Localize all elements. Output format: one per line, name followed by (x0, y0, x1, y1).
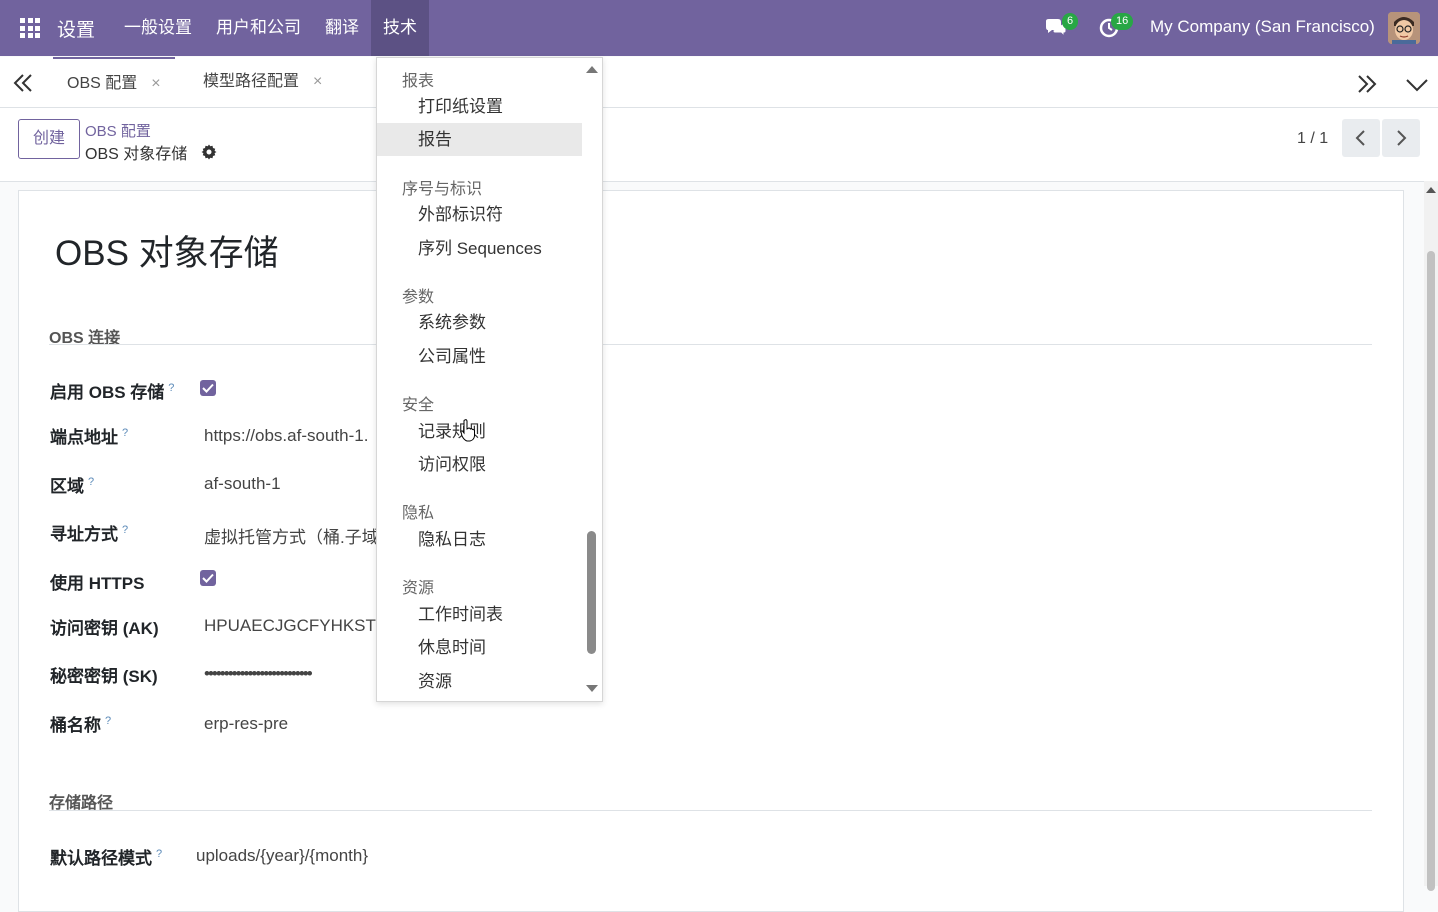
menu-general-settings[interactable]: 一般设置 (112, 0, 204, 56)
menu-translations[interactable]: 翻译 (313, 0, 371, 56)
field-label-access-key: 访问密钥 (AK) (50, 619, 159, 638)
pager-previous-button[interactable] (1342, 119, 1380, 157)
scroll-up-arrow-icon[interactable] (586, 66, 598, 73)
menu-item-system-parameters[interactable]: 系统参数 (377, 306, 582, 339)
default-path-field[interactable]: uploads/{year}/{month} (196, 846, 368, 866)
chevron-left-icon (1355, 130, 1365, 146)
tab-close-icon[interactable]: × (313, 73, 322, 90)
menu-item-resources[interactable]: 资源 (377, 665, 582, 698)
bucket-name-field[interactable]: erp-res-pre (204, 714, 288, 734)
chevron-down-icon[interactable] (1405, 77, 1429, 93)
region-field[interactable]: af-south-1 (204, 474, 281, 494)
menu-group-header-security: 安全 (402, 397, 435, 414)
check-icon (202, 383, 214, 393)
gear-icon[interactable] (201, 144, 217, 160)
scroll-down-arrow-icon[interactable] (586, 685, 598, 692)
app-title[interactable]: 设置 (57, 15, 95, 42)
menu-item-sequences[interactable]: 序列 Sequences (377, 232, 582, 265)
tab-model-path-config[interactable]: 模型路径配置 × (203, 57, 322, 107)
field-label-addressing: 寻址方式? (50, 524, 129, 544)
main-menu: 一般设置 用户和公司 翻译 技术 (112, 0, 429, 56)
menu-item-company-properties[interactable]: 公司属性 (377, 340, 582, 373)
tab-close-icon[interactable]: × (151, 75, 160, 92)
record-title: OBS 对象存储 (55, 234, 279, 273)
field-label-region: 区域? (50, 476, 95, 496)
section-divider (49, 344, 1372, 345)
technical-dropdown-menu: 报表 打印纸设置 报告 序号与标识 外部标识符 序列 Sequences 参数 … (376, 57, 603, 702)
menu-item-paper-format[interactable]: 打印纸设置 (377, 90, 582, 123)
endpoint-field[interactable]: https://obs.af-south-1. (204, 426, 368, 446)
scroll-up-arrow-icon[interactable] (1426, 187, 1436, 193)
create-button[interactable]: 创建 (18, 119, 80, 159)
tab-label: 模型路径配置 (203, 73, 300, 90)
chevron-right-icon (1397, 130, 1407, 146)
tab-label: OBS 配置 (67, 75, 138, 92)
menu-group-header-parameters: 参数 (402, 289, 435, 306)
pager-next-button[interactable] (1382, 119, 1420, 157)
menu-group-header-reports: 报表 (402, 73, 435, 90)
user-avatar[interactable] (1388, 12, 1420, 44)
menu-technical[interactable]: 技术 (371, 0, 429, 56)
field-label-secret-key: 秘密密钥 (SK) (50, 667, 158, 686)
double-chevron-left-icon[interactable] (12, 73, 34, 93)
menu-item-leaves[interactable]: 休息时间 (377, 631, 582, 664)
addressing-style-field[interactable]: 虚拟托管方式（桶.子域 (204, 523, 379, 548)
field-label-use-https: 使用 HTTPS (50, 574, 145, 593)
tab-bar: OBS 配置 × 模型路径配置 × (0, 57, 1438, 108)
check-icon (202, 573, 214, 583)
field-label-endpoint: 端点地址? (50, 427, 129, 447)
form-sheet: OBS 对象存储 OBS 连接 启用 OBS 存储? 端点地址? https:/… (18, 190, 1404, 912)
apps-grid-icon[interactable] (20, 18, 40, 38)
menu-item-access-rights[interactable]: 访问权限 (377, 448, 582, 481)
tab-obs-config[interactable]: OBS 配置 × (53, 57, 175, 107)
scrollbar-thumb[interactable] (1427, 251, 1435, 891)
use-https-checkbox[interactable] (200, 570, 216, 586)
messages-badge: 6 (1062, 13, 1079, 30)
menu-group-header-sequences: 序号与标识 (402, 181, 483, 198)
menu-group-header-resources: 资源 (402, 580, 435, 597)
menu-item-working-schedules[interactable]: 工作时间表 (377, 598, 582, 631)
breadcrumb-parent[interactable]: OBS 配置 (85, 120, 151, 141)
activities-badge: 16 (1111, 13, 1134, 30)
page-scrollbar[interactable] (1424, 181, 1438, 891)
company-switcher[interactable]: My Company (San Francisco) (1150, 17, 1375, 37)
menu-scrollbar-thumb[interactable] (587, 531, 596, 654)
menu-item-privacy-log[interactable]: 隐私日志 (377, 523, 582, 556)
top-navbar: 设置 一般设置 用户和公司 翻译 技术 6 16 My Company (San… (0, 0, 1438, 56)
menu-group-header-privacy: 隐私 (402, 505, 435, 522)
double-chevron-right-icon[interactable] (1356, 74, 1378, 94)
menu-item-external-ids[interactable]: 外部标识符 (377, 198, 582, 231)
field-label-default-path: 默认路径模式? (50, 848, 163, 868)
field-label-enable-obs: 启用 OBS 存储? (50, 382, 175, 402)
hand-cursor-icon (460, 419, 475, 442)
enable-obs-checkbox[interactable] (200, 380, 216, 396)
menu-users-companies[interactable]: 用户和公司 (204, 0, 313, 56)
secret-key-field[interactable]: ••••••••••••••••••••••••••• (204, 664, 313, 684)
field-label-bucket: 桶名称? (50, 715, 112, 735)
menu-item-record-rules[interactable]: 记录规则 (377, 415, 582, 448)
control-panel: 创建 OBS 配置 OBS 对象存储 1 / 1 (0, 108, 1438, 182)
breadcrumb-current: OBS 对象存储 (85, 146, 188, 163)
pager-counter[interactable]: 1 / 1 (1297, 130, 1328, 148)
section-divider (49, 810, 1372, 811)
menu-item-reports[interactable]: 报告 (377, 123, 582, 156)
access-key-field[interactable]: HPUAECJGCFYHKSTZF (204, 616, 397, 636)
